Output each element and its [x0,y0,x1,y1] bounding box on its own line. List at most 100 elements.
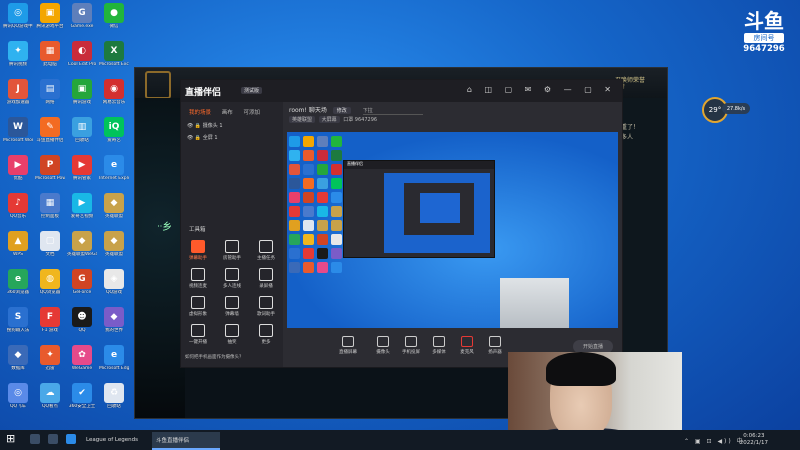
taskbar-app-league[interactable]: League of Legends [82,432,142,448]
desktop-icon[interactable]: WMicrosoft Word [3,117,33,143]
desktop-icon[interactable]: ♻ 回收站 [99,383,129,409]
toolbox-item[interactable]: 多人连线 [217,268,247,289]
desktop-icon[interactable]: ✦ 腾讯视频 [3,41,33,67]
desktop-icon[interactable]: ▦ 此电脑 [35,41,65,67]
desktop-icon[interactable]: ✎ 斗鱼直播伴侣 [35,117,65,143]
desktop-icon[interactable]: ◎ QQ飞车 [3,383,33,409]
desktop-icon[interactable]: G Game.exe [67,3,97,29]
scene-item[interactable]: 👁 🔒 摄像头 1 [187,122,223,129]
league-friend-line[interactable]: 重了！ [621,122,639,131]
desktop-icon[interactable]: ▥ 回收站 [67,117,97,143]
browser-icon[interactable] [66,434,76,444]
desktop-icon[interactable]: ☻ QQ [67,307,97,333]
tool-label: 弹幕墙 [225,312,239,317]
desktop-icon[interactable]: eInternet Explorer [99,155,129,181]
system-tray-icons[interactable]: ⌃ ▣ ⊡ ◀)) 中 [684,436,745,445]
toolbox-item[interactable]: 虚拟形象 [183,296,213,317]
speaker-icon [489,336,501,347]
desktop-icon[interactable]: ◍ QQ浏览器 [35,269,65,295]
desktop-icon[interactable]: iQ 爱奇艺 [99,117,129,143]
desktop-icon[interactable]: ▤ 网络 [35,79,65,105]
desktop-icon[interactable]: S 搜狗输入法 [3,307,33,333]
windows-start-icon[interactable]: ⊞ [6,433,16,444]
desktop-icon[interactable]: ▶ 优酷 [3,155,33,181]
desktop-icon[interactable]: ◉ 网易云音乐 [99,79,129,105]
desktop-icon[interactable]: F F1 游戏 [35,307,65,333]
desktop-icon[interactable]: ▣ 腾讯游戏平台 [35,3,65,29]
desktop-icon-label: QQ [78,328,86,333]
toolbox-item[interactable]: 一键开播 [183,324,213,345]
toolbox-item[interactable]: 视频连麦 [183,268,213,289]
stream-preview[interactable]: 直播伴侣 [287,132,618,328]
app-icon: ◆ [104,307,124,327]
desktop-icon[interactable]: ☁ QQ看点 [35,383,65,409]
desktop-icon[interactable]: ● 微信 [99,3,129,29]
desktop-icon[interactable]: ✦ 迅雷 [35,345,65,371]
phone-camera-hint[interactable]: 如何把手机画面作为摄像头？ [185,354,244,360]
desktop-icon[interactable]: G GeForce [67,269,97,295]
desktop-icon[interactable]: ◆ 英雄联盟 [99,193,129,219]
tab-my-scenes[interactable]: 我的场景 [189,110,211,116]
desktop-icon[interactable]: ▦ 控制面板 [35,193,65,219]
screen-mode-chip[interactable]: 大屏幕 [318,116,340,123]
camera-button[interactable]: 摄像头 [368,336,398,355]
desktop-icon[interactable]: ✿ WeGame [67,345,97,371]
scene-item[interactable]: 👁 🔒 全屏 1 [187,134,218,141]
desktop-icon[interactable]: e Microsoft Edge [99,345,129,371]
app-icon: ▦ [40,41,60,61]
desktop-icon-label: 爱奇艺视频 [70,214,94,219]
toolbox-title: 工具箱 [189,227,206,233]
search-icon[interactable] [30,434,40,444]
toolbox-item[interactable]: 录屏播 [251,268,281,289]
tab-addable[interactable]: 可添加 [244,110,261,116]
app-icon: G [72,3,92,23]
desktop-icon[interactable]: ▲ WPS [3,231,33,257]
screen-capture-button[interactable]: 直播屏幕 [333,336,363,355]
speaker-button[interactable]: 扬声器 [480,336,510,355]
edit-title-button[interactable]: 修改 [332,107,351,114]
desktop-icon[interactable]: ◈ QQ游戏 [99,269,129,295]
desktop-icon[interactable]: ▣ 腾讯游戏 [67,79,97,105]
douyu-streaming-app[interactable]: 直播伴侣 测试版 ⌂ ◫ ▢ ✉ ⚙ — ▢ ✕ 我的场景 画布 可添加 👁 🔒… [180,79,623,368]
desktop-icon[interactable]: ♪ QQ音乐 [3,193,33,219]
clock[interactable]: 0:06:23 2022/1/17 [740,433,768,447]
taskbar-app-douyu[interactable]: 斗鱼直播伴侣 [152,432,220,450]
desktop-icon[interactable]: ◐ Cool Edit Pro [67,41,97,67]
speed-widget[interactable]: 29° 27.8k/s [702,97,750,123]
desktop-icon[interactable]: PMicrosoft PowerPoint [35,155,65,181]
desktop-icon[interactable]: ◆ 英雄联盟 [99,231,129,257]
tab-canvas[interactable]: 画布 [222,110,233,116]
game-category-chip[interactable]: 英雄联盟 [289,116,316,123]
preview-icon [331,150,342,161]
app-icon: ▢ [40,231,60,251]
microphone-button[interactable]: 麦克风 [452,336,482,355]
desktop-icon[interactable]: ▢ 文档 [35,231,65,257]
desktop-icon[interactable]: ◆ 我的世界 [99,307,129,333]
desktop-icon[interactable]: e 360浏览器 [3,269,33,295]
desktop-icon[interactable]: ◆ 数据库 [3,345,33,371]
desktop-icon[interactable]: XMicrosoft Excel [99,41,129,67]
desktop-icon[interactable]: ◆英雄联盟WeGame [67,231,97,257]
tool-icon [191,268,205,281]
category-dropdown[interactable]: 下拉 [362,107,423,115]
desktop-icon[interactable]: ◎腾讯QQ游戏中心 [3,3,33,29]
toolbox-item[interactable]: 更多 [251,324,281,345]
tool-icon [259,268,273,281]
toolbox-item[interactable]: 弹幕助手 [183,240,213,261]
desktop-icon[interactable]: J 游戏加速器 [3,79,33,105]
toolbox-item[interactable]: 歌词助手 [251,296,281,317]
task-view-icon[interactable] [48,434,58,444]
desktop-icon[interactable]: ▶ 腾讯管家 [67,155,97,181]
tool-label: 抽奖 [227,340,237,345]
toolbox-item[interactable]: 弹幕墙 [217,296,247,317]
media-button[interactable]: 多媒体 [424,336,454,355]
phone-cast-button[interactable]: 手机投屏 [396,336,426,355]
toolbox-item[interactable]: 抽奖 [217,324,247,345]
toolbox-item[interactable]: 主播任务 [251,240,281,261]
desktop-icon[interactable]: ✔ 360安全卫士 [67,383,97,409]
desktop-icon[interactable]: ▶ 爱奇艺视频 [67,193,97,219]
window-controls[interactable]: ⌂ ◫ ▢ ✉ ⚙ — ▢ ✕ [467,85,616,94]
app-brand: 直播伴侣 [185,88,222,98]
league-logo-icon[interactable] [145,71,171,99]
toolbox-item[interactable]: 房管助手 [217,240,247,261]
